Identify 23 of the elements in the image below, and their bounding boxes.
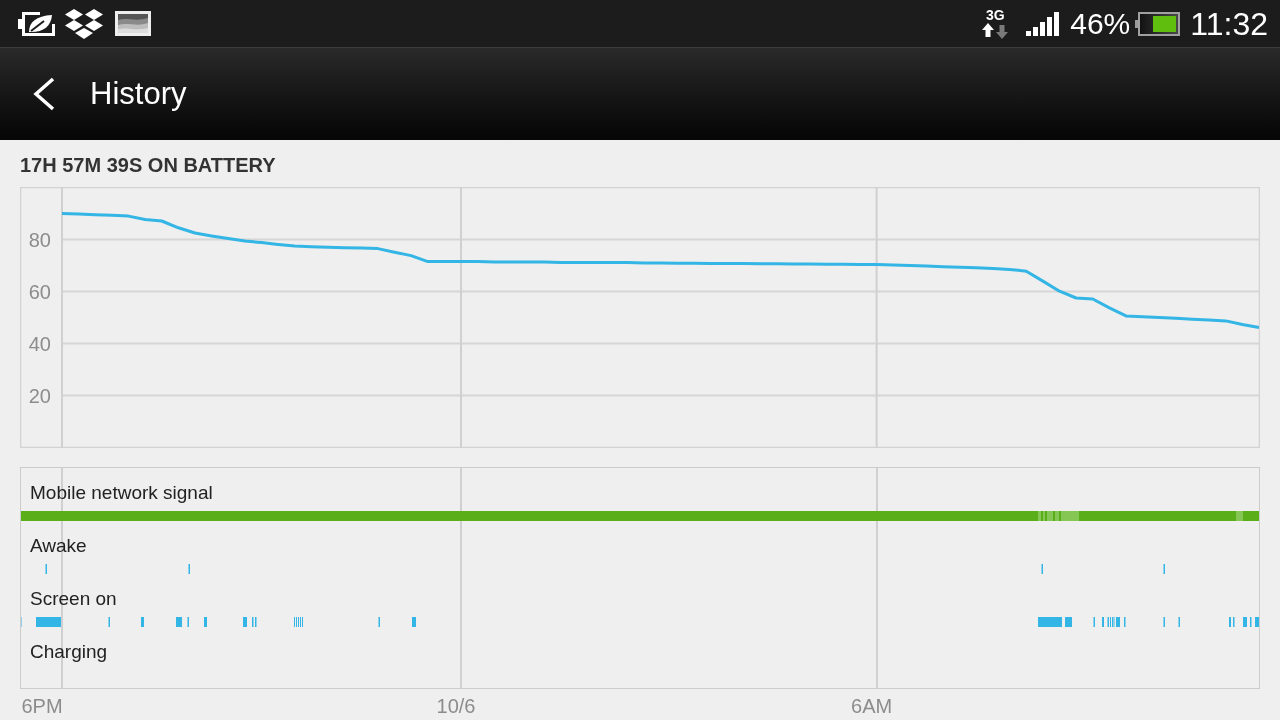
track-label: Awake bbox=[30, 534, 87, 558]
time-axis-label: 6PM bbox=[21, 694, 63, 718]
data-arrows-icon bbox=[982, 23, 1009, 39]
axis-label: 20 bbox=[28, 384, 51, 407]
battery-percent: 46% bbox=[1070, 6, 1131, 41]
screen-title: History bbox=[90, 76, 187, 112]
network-type-label: 3G bbox=[985, 8, 1005, 23]
axis-label: 60 bbox=[28, 280, 51, 303]
track-label: Charging bbox=[30, 640, 108, 664]
time-axis-label: 10/6 bbox=[436, 694, 476, 718]
battery-duration-heading: 17H 57M 39S ON BATTERY bbox=[20, 153, 276, 177]
back-icon[interactable] bbox=[32, 77, 56, 111]
track-label: Screen on bbox=[30, 587, 117, 611]
time-axis-label: 6AM bbox=[851, 694, 893, 718]
clock-time: 11:32 bbox=[1190, 5, 1268, 42]
picture-icon bbox=[115, 11, 151, 36]
axis-label: 40 bbox=[28, 332, 51, 355]
battery-icon bbox=[1135, 11, 1181, 36]
track-label: Mobile network signal bbox=[30, 481, 213, 505]
axis-label: 80 bbox=[28, 228, 51, 251]
signal-bars-icon bbox=[1026, 11, 1060, 36]
leaf-battery-icon bbox=[18, 11, 55, 36]
diamonds-icon bbox=[65, 7, 103, 40]
